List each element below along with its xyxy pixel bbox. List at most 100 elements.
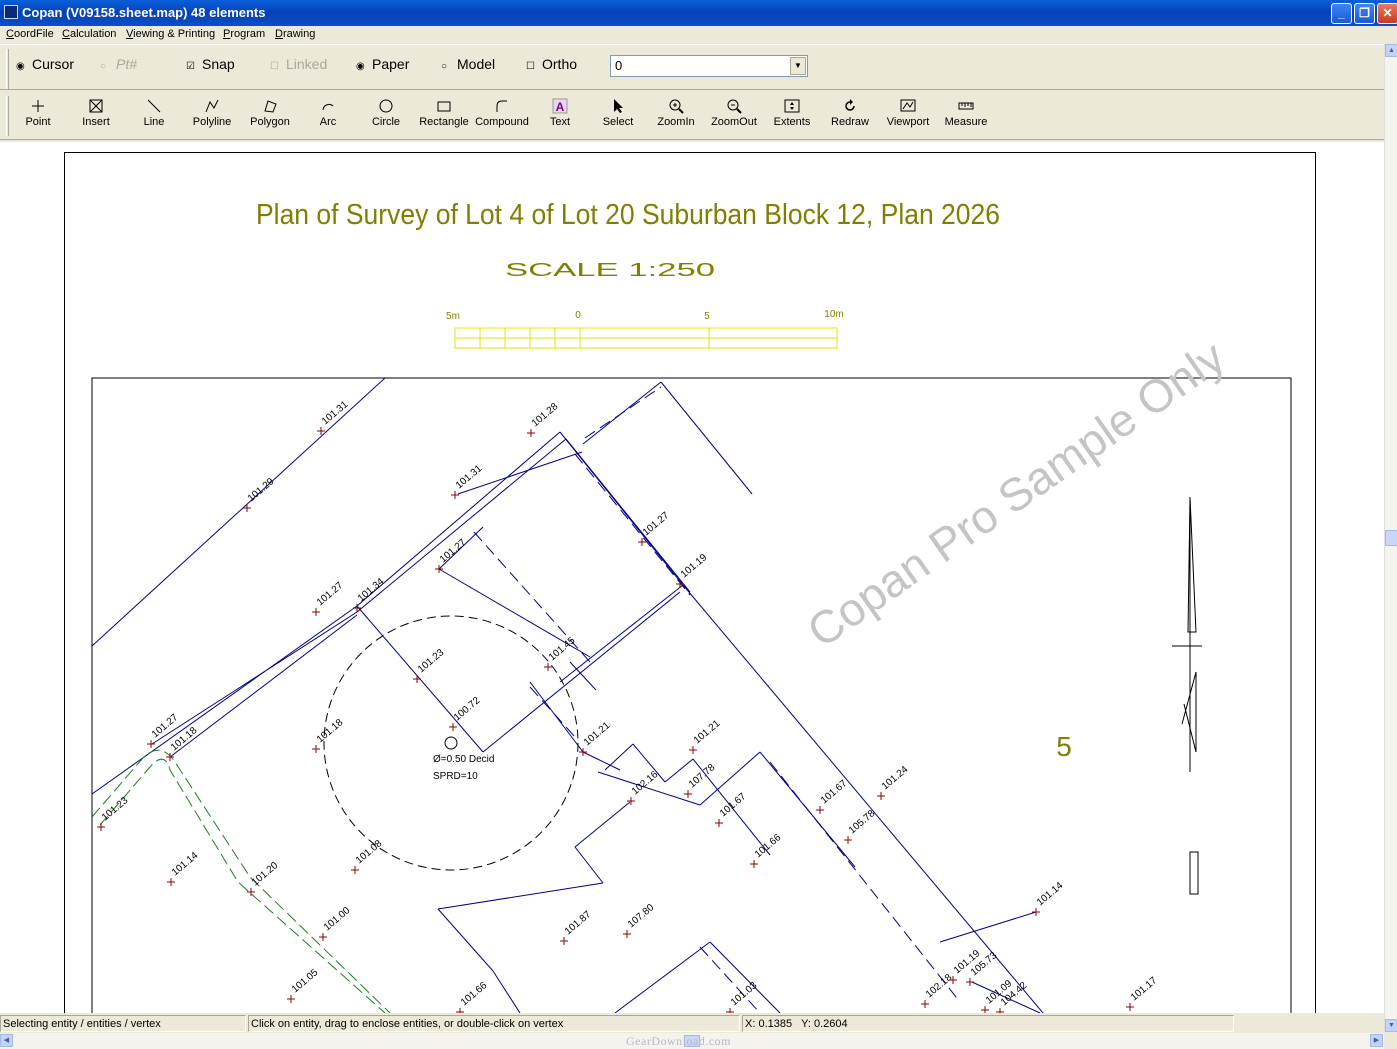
- tool-select-button[interactable]: Select: [589, 95, 647, 137]
- close-button[interactable]: ✕: [1377, 3, 1397, 24]
- spot-height[interactable]: 101.05: [287, 967, 321, 1003]
- tool-label: Measure: [944, 116, 988, 128]
- minimize-button[interactable]: _: [1331, 3, 1352, 24]
- spot-height[interactable]: 101.21: [579, 720, 613, 756]
- scroll-right-icon[interactable]: ▶: [1370, 1034, 1383, 1047]
- ortho-checkbox[interactable]: ☐ Ortho: [526, 56, 577, 72]
- tool-compound-button[interactable]: Compound: [473, 95, 531, 137]
- point-marker: [147, 740, 155, 748]
- cursor-radio[interactable]: ◉ Cursor: [16, 56, 74, 72]
- model-radio[interactable]: ○ Model: [441, 56, 495, 72]
- spot-height[interactable]: 105.78: [844, 808, 878, 844]
- spot-height[interactable]: 101.14: [167, 850, 201, 886]
- cursor-label: Cursor: [32, 56, 75, 72]
- tool-point-button[interactable]: Point: [9, 95, 67, 137]
- point-marker: [715, 819, 723, 827]
- app-icon[interactable]: [4, 5, 18, 19]
- pt-radio[interactable]: ○ Pt#: [100, 56, 137, 72]
- menu-drawing[interactable]: Drawing: [275, 28, 315, 40]
- checkbox-unchecked-icon: ☐: [526, 61, 535, 72]
- spot-height[interactable]: 101.27: [312, 580, 346, 616]
- menu-coordfile[interactable]: CoordFile: [6, 28, 54, 40]
- spot-height[interactable]: 101.27: [638, 510, 672, 546]
- spot-height-label: 105.78: [847, 808, 878, 836]
- spot-height[interactable]: 101.31: [451, 463, 485, 499]
- tool-label: Text: [549, 116, 571, 128]
- scroll-up-icon[interactable]: ▲: [1385, 44, 1397, 57]
- spot-height[interactable]: 101.00: [319, 905, 353, 941]
- spot-height-label: 107.80: [626, 902, 657, 930]
- pt-label: Pt#: [116, 56, 138, 72]
- menu-calculation[interactable]: Calculation: [62, 28, 116, 40]
- circle-icon: [379, 99, 393, 113]
- y-coord-value: 0.2604: [813, 1018, 848, 1030]
- scroll-down-icon[interactable]: ▼: [1385, 1019, 1397, 1032]
- scroll-left-icon[interactable]: ◀: [0, 1034, 13, 1047]
- text-icon: A: [552, 98, 568, 114]
- maximize-button[interactable]: ❐: [1354, 3, 1375, 24]
- spot-height[interactable]: 101.31: [317, 399, 351, 435]
- linked-label: Linked: [286, 56, 328, 72]
- spot-height[interactable]: 101.66: [750, 832, 784, 868]
- tool-insert-button[interactable]: Insert: [67, 95, 125, 137]
- menu-viewing-printing[interactable]: Viewing & Printing: [126, 28, 215, 40]
- spot-height[interactable]: 101.87: [560, 909, 594, 945]
- spot-height[interactable]: 101.18: [312, 717, 346, 753]
- spot-height-label: 101.18: [169, 725, 200, 753]
- extents-icon: [784, 99, 800, 113]
- tool-extents-button[interactable]: Extents: [763, 95, 821, 137]
- options-grip[interactable]: [6, 49, 9, 89]
- spot-height[interactable]: 101.28: [527, 401, 561, 437]
- spot-height[interactable]: 100.72: [449, 695, 483, 731]
- spot-height[interactable]: 101.08: [351, 838, 385, 874]
- spot-height[interactable]: 101.03: [726, 980, 760, 1013]
- spot-height[interactable]: 101.67: [816, 778, 850, 814]
- vertical-scroll-thumb[interactable]: [1385, 530, 1397, 546]
- vertical-scrollbar[interactable]: ▲ ▼: [1384, 44, 1397, 1032]
- tool-rectangle-button[interactable]: Rectangle: [415, 95, 473, 137]
- snap-checkbox[interactable]: ☑ Snap: [186, 56, 235, 72]
- spot-height-label: 101.17: [1129, 975, 1160, 1003]
- survey-plan-drawing[interactable]: Plan of Survey of Lot 4 of Lot 20 Suburb…: [0, 142, 1384, 1013]
- point-marker: [966, 978, 974, 986]
- tool-polygon-button[interactable]: Polygon: [241, 95, 299, 137]
- tool-redraw-button[interactable]: Redraw: [821, 95, 879, 137]
- tool-viewport-button[interactable]: Viewport: [879, 95, 937, 137]
- spot-height[interactable]: 101.24: [877, 764, 911, 800]
- spot-height-label: 101.18: [315, 717, 346, 745]
- drawing-canvas[interactable]: Plan of Survey of Lot 4 of Lot 20 Suburb…: [0, 142, 1384, 1013]
- spot-height[interactable]: 107.80: [623, 902, 657, 938]
- spot-height[interactable]: 101.66: [456, 980, 490, 1013]
- spot-height[interactable]: 101.21: [689, 718, 723, 754]
- point-marker: [451, 491, 459, 499]
- tool-line-button[interactable]: Line: [125, 95, 183, 137]
- spot-height[interactable]: 101.14: [1032, 880, 1066, 916]
- point-marker: [921, 1000, 929, 1008]
- linked-checkbox[interactable]: ☐ Linked: [270, 56, 327, 72]
- point-marker: [312, 745, 320, 753]
- tool-circle-button[interactable]: Circle: [357, 95, 415, 137]
- tool-zoomout-button[interactable]: ZoomOut: [705, 95, 763, 137]
- spot-height[interactable]: 101.29: [243, 476, 277, 512]
- menu-program[interactable]: Program: [223, 28, 265, 40]
- spot-height[interactable]: 102.18: [921, 972, 955, 1008]
- tool-label: Circle: [371, 116, 401, 128]
- tool-arc-button[interactable]: Arc: [299, 95, 357, 137]
- title-bar[interactable]: Copan (V09158.sheet.map) 48 elements _ ❐…: [0, 0, 1397, 26]
- tool-measure-button[interactable]: Measure: [937, 95, 995, 137]
- spot-height[interactable]: 101.23: [413, 647, 447, 683]
- tool-zoomin-button[interactable]: ZoomIn: [647, 95, 705, 137]
- layer-select[interactable]: 0 ▼: [610, 55, 808, 77]
- spot-height-label: 101.87: [563, 909, 594, 937]
- tool-polyline-button[interactable]: Polyline: [183, 95, 241, 137]
- spot-height[interactable]: 101.23: [97, 795, 131, 831]
- measure-icon: [958, 102, 974, 110]
- tool-text-button[interactable]: A Text: [531, 95, 589, 137]
- spot-height[interactable]: 107.78: [684, 762, 718, 798]
- point-marker: [247, 888, 255, 896]
- plan-title: Plan of Survey of Lot 4 of Lot 20 Suburb…: [256, 199, 1000, 231]
- spot-height[interactable]: 101.17: [1126, 975, 1160, 1011]
- spot-height[interactable]: 102.16: [627, 769, 661, 805]
- chevron-down-icon[interactable]: ▼: [790, 57, 806, 75]
- paper-radio[interactable]: ◉ Paper: [356, 56, 409, 72]
